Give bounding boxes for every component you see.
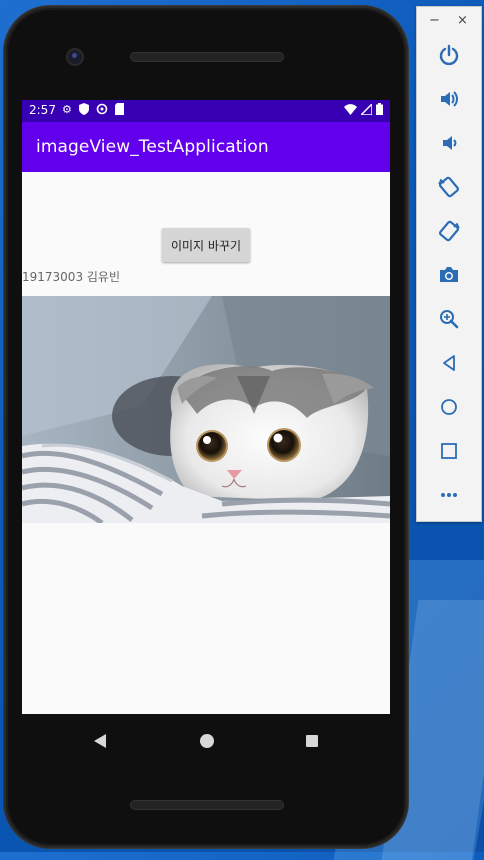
settings-icon: ⚙ (62, 103, 72, 116)
home-icon[interactable] (431, 391, 467, 423)
zoom-icon[interactable] (431, 303, 467, 335)
more-icon[interactable] (431, 479, 467, 511)
app-bar: imageView_TestApplication (22, 122, 390, 172)
rotate-right-icon[interactable] (431, 215, 467, 247)
battery-icon (376, 103, 383, 118)
phone-frame: 2:57 ⚙ imageView_TestApplication 이미지 바꾸기… (4, 6, 408, 848)
wifi-icon (344, 103, 357, 118)
home-nav-icon[interactable] (200, 734, 214, 748)
close-button[interactable]: × (457, 13, 468, 28)
student-id-label: 19173003 김유빈 (22, 270, 121, 284)
navigation-bar (22, 726, 390, 766)
volume-down-icon[interactable] (431, 127, 467, 159)
shield-icon (78, 103, 89, 118)
status-time: 2:57 (29, 103, 56, 117)
front-camera (68, 50, 82, 64)
recents-nav-icon[interactable] (306, 735, 318, 747)
back-icon[interactable] (431, 347, 467, 379)
sd-card-icon (114, 103, 124, 118)
status-bar: 2:57 ⚙ (22, 100, 390, 122)
earpiece-speaker (130, 52, 284, 62)
device-screen: 2:57 ⚙ imageView_TestApplication 이미지 바꾸기… (22, 100, 390, 714)
rotate-left-icon[interactable] (431, 171, 467, 203)
volume-up-icon[interactable] (431, 83, 467, 115)
camera-icon[interactable] (431, 259, 467, 291)
app-title: imageView_TestApplication (36, 137, 269, 157)
minimize-button[interactable]: − (429, 13, 440, 28)
change-image-button[interactable]: 이미지 바꾸기 (162, 228, 250, 262)
cell-signal-icon (359, 101, 373, 118)
power-icon[interactable] (431, 39, 467, 71)
overview-icon[interactable] (431, 435, 467, 467)
data-saver-icon (96, 103, 108, 118)
emulator-toolbar: − × (416, 6, 482, 522)
back-nav-icon[interactable] (94, 734, 106, 748)
cat-image (22, 296, 390, 523)
bottom-speaker (130, 800, 284, 810)
